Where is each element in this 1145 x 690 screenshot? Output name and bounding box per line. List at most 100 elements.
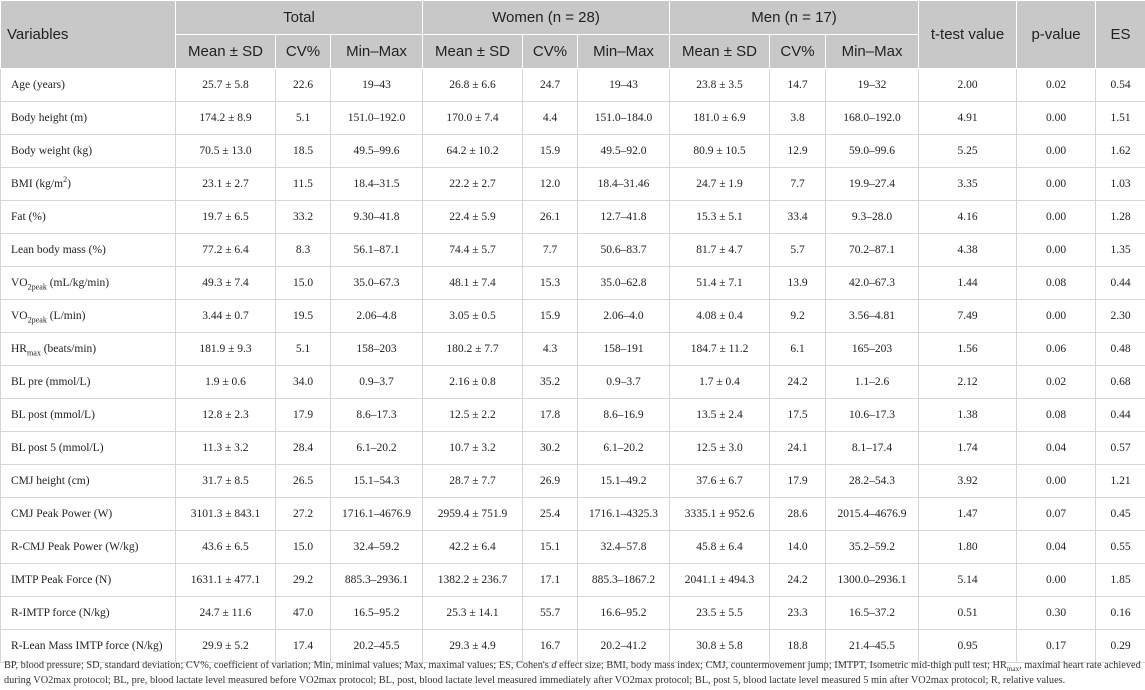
table-cell: 3.56–4.81 <box>825 299 920 333</box>
table-cell: 31.7 ± 8.5 <box>175 464 276 498</box>
table-cell: 24.1 <box>769 431 827 465</box>
variable-part-pre: Age (years) <box>11 79 65 91</box>
table-cell: 18.4–31.5 <box>329 167 424 201</box>
row-variable-label: Lean body mass (%) <box>0 233 176 267</box>
table-cell: 1.74 <box>918 431 1018 465</box>
table-cell: 11.3 ± 3.2 <box>175 431 276 465</box>
table-cell: 42.0–67.3 <box>825 266 920 300</box>
table-cell: 0.30 <box>1016 596 1097 630</box>
table-cell: 2.16 ± 0.8 <box>422 365 524 399</box>
table-cell: 158–191 <box>577 332 671 366</box>
table-cell: 19.9–27.4 <box>825 167 920 201</box>
table-cell: 3.8 <box>769 101 827 135</box>
row-variable-label: VO2peak (mL/kg/min) <box>0 266 176 300</box>
subheader-min-max: Min–Max <box>329 34 424 69</box>
row-variable-label: HRmax (beats/min) <box>0 332 176 366</box>
table-cell: 0.44 <box>1095 398 1145 432</box>
table-cell: 12.9 <box>769 134 827 168</box>
table-cell: 4.38 <box>918 233 1018 267</box>
table-cell: 1.9 ± 0.6 <box>175 365 276 399</box>
table-cell: 70.5 ± 13.0 <box>175 134 276 168</box>
table-footnote: BP, blood pressure; SD, standard deviati… <box>4 658 1142 688</box>
table-cell: 0.08 <box>1016 398 1097 432</box>
table-cell: 2.12 <box>918 365 1018 399</box>
table-cell: 0.04 <box>1016 530 1097 564</box>
table-cell: 80.9 ± 10.5 <box>669 134 771 168</box>
table-cell: 15.1 <box>522 530 579 564</box>
table-cell: 42.2 ± 6.4 <box>422 530 524 564</box>
table-cell: 18.4–31.46 <box>577 167 671 201</box>
table-cell: 1.28 <box>1095 200 1145 234</box>
table-cell: 9.30–41.8 <box>329 200 424 234</box>
table-cell: 180.2 ± 7.7 <box>422 332 524 366</box>
table-cell: 1.21 <box>1095 464 1145 498</box>
table-cell: 26.5 <box>275 464 331 498</box>
table-cell: 23.5 ± 5.5 <box>669 596 771 630</box>
table-cell: 0.07 <box>1016 497 1097 531</box>
table-cell: 1.85 <box>1095 563 1145 597</box>
table-cell: 51.4 ± 7.1 <box>669 266 771 300</box>
table-cell: 64.2 ± 10.2 <box>422 134 524 168</box>
table-cell: 28.7 ± 7.7 <box>422 464 524 498</box>
row-variable-label: IMTP Peak Force (N) <box>0 563 176 597</box>
table-cell: 1.7 ± 0.4 <box>669 365 771 399</box>
table-cell: 14.0 <box>769 530 827 564</box>
row-variable-label: VO2peak (L/min) <box>0 299 176 333</box>
subheader-mean-sd: Mean ± SD <box>175 34 276 69</box>
table-cell: 16.5–95.2 <box>329 596 424 630</box>
row-variable-label: CMJ height (cm) <box>0 464 176 498</box>
table-cell: 170.0 ± 7.4 <box>422 101 524 135</box>
table-cell: 2.30 <box>1095 299 1145 333</box>
table-cell: 26.9 <box>522 464 579 498</box>
variable-part-pre: Lean body mass (%) <box>11 244 106 256</box>
table-row: HRmax (beats/min) 181.9 ± 9.3 5.1 158–203 18… <box>0 332 1145 366</box>
statistics-table: Variables Total Women (n = 28) Men (n = … <box>0 0 1145 663</box>
table-cell: 3.92 <box>918 464 1018 498</box>
table-cell: 0.48 <box>1095 332 1145 366</box>
table-cell: 1382.2 ± 236.7 <box>422 563 524 597</box>
table-cell: 12.5 ± 3.0 <box>669 431 771 465</box>
table-cell: 16.5–37.2 <box>825 596 920 630</box>
table-cell: 1.35 <box>1095 233 1145 267</box>
row-variable-label: R-CMJ Peak Power (W/kg) <box>0 530 176 564</box>
table-cell: 49.3 ± 7.4 <box>175 266 276 300</box>
table-cell: 168.0–192.0 <box>825 101 920 135</box>
table-cell: 56.1–87.1 <box>329 233 424 267</box>
table-cell: 1631.1 ± 477.1 <box>175 563 276 597</box>
table-cell: 45.8 ± 6.4 <box>669 530 771 564</box>
variable-part-pre: VO <box>11 277 28 289</box>
table-cell: 24.7 ± 11.6 <box>175 596 276 630</box>
header-es: ES <box>1095 0 1145 69</box>
table-cell: 7.7 <box>769 167 827 201</box>
table-cell: 8.3 <box>275 233 331 267</box>
table-cell: 0.04 <box>1016 431 1097 465</box>
table-cell: 0.00 <box>1016 464 1097 498</box>
row-variable-label: Age (years) <box>0 68 176 102</box>
table-row: Fat (%) 19.7 ± 6.5 33.2 9.30–41.8 22.4 ± 5.9… <box>0 200 1145 234</box>
table-cell: 3101.3 ± 843.1 <box>175 497 276 531</box>
table-cell: 5.1 <box>275 332 331 366</box>
table-cell: 24.7 <box>522 68 579 102</box>
table-cell: 77.2 ± 6.4 <box>175 233 276 267</box>
table-cell: 28.2–54.3 <box>825 464 920 498</box>
table-cell: 6.1 <box>769 332 827 366</box>
table-cell: 25.7 ± 5.8 <box>175 68 276 102</box>
variable-part-pre: R-IMTP force (N/kg) <box>11 607 110 619</box>
row-variable-label: Fat (%) <box>0 200 176 234</box>
table-cell: 50.6–83.7 <box>577 233 671 267</box>
table-cell: 24.7 ± 1.9 <box>669 167 771 201</box>
table-cell: 55.7 <box>522 596 579 630</box>
table-row: IMTP Peak Force (N) 1631.1 ± 477.1 29.2 885… <box>0 563 1145 597</box>
table-row: Age (years) 25.7 ± 5.8 22.6 19–43 26.8 ± 6.6… <box>0 68 1145 102</box>
table-cell: 37.6 ± 6.7 <box>669 464 771 498</box>
table-cell: 12.7–41.8 <box>577 200 671 234</box>
table-cell: 0.00 <box>1016 563 1097 597</box>
table-cell: 30.2 <box>522 431 579 465</box>
table-cell: 1.03 <box>1095 167 1145 201</box>
table-cell: 0.02 <box>1016 365 1097 399</box>
variable-part-pre: BL pre (mmol/L) <box>11 376 91 388</box>
variable-part-pre: Fat (%) <box>11 211 46 223</box>
variable-part-post: (mL/kg/min) <box>46 277 110 289</box>
table-cell: 1.44 <box>918 266 1018 300</box>
table-cell: 26.1 <box>522 200 579 234</box>
